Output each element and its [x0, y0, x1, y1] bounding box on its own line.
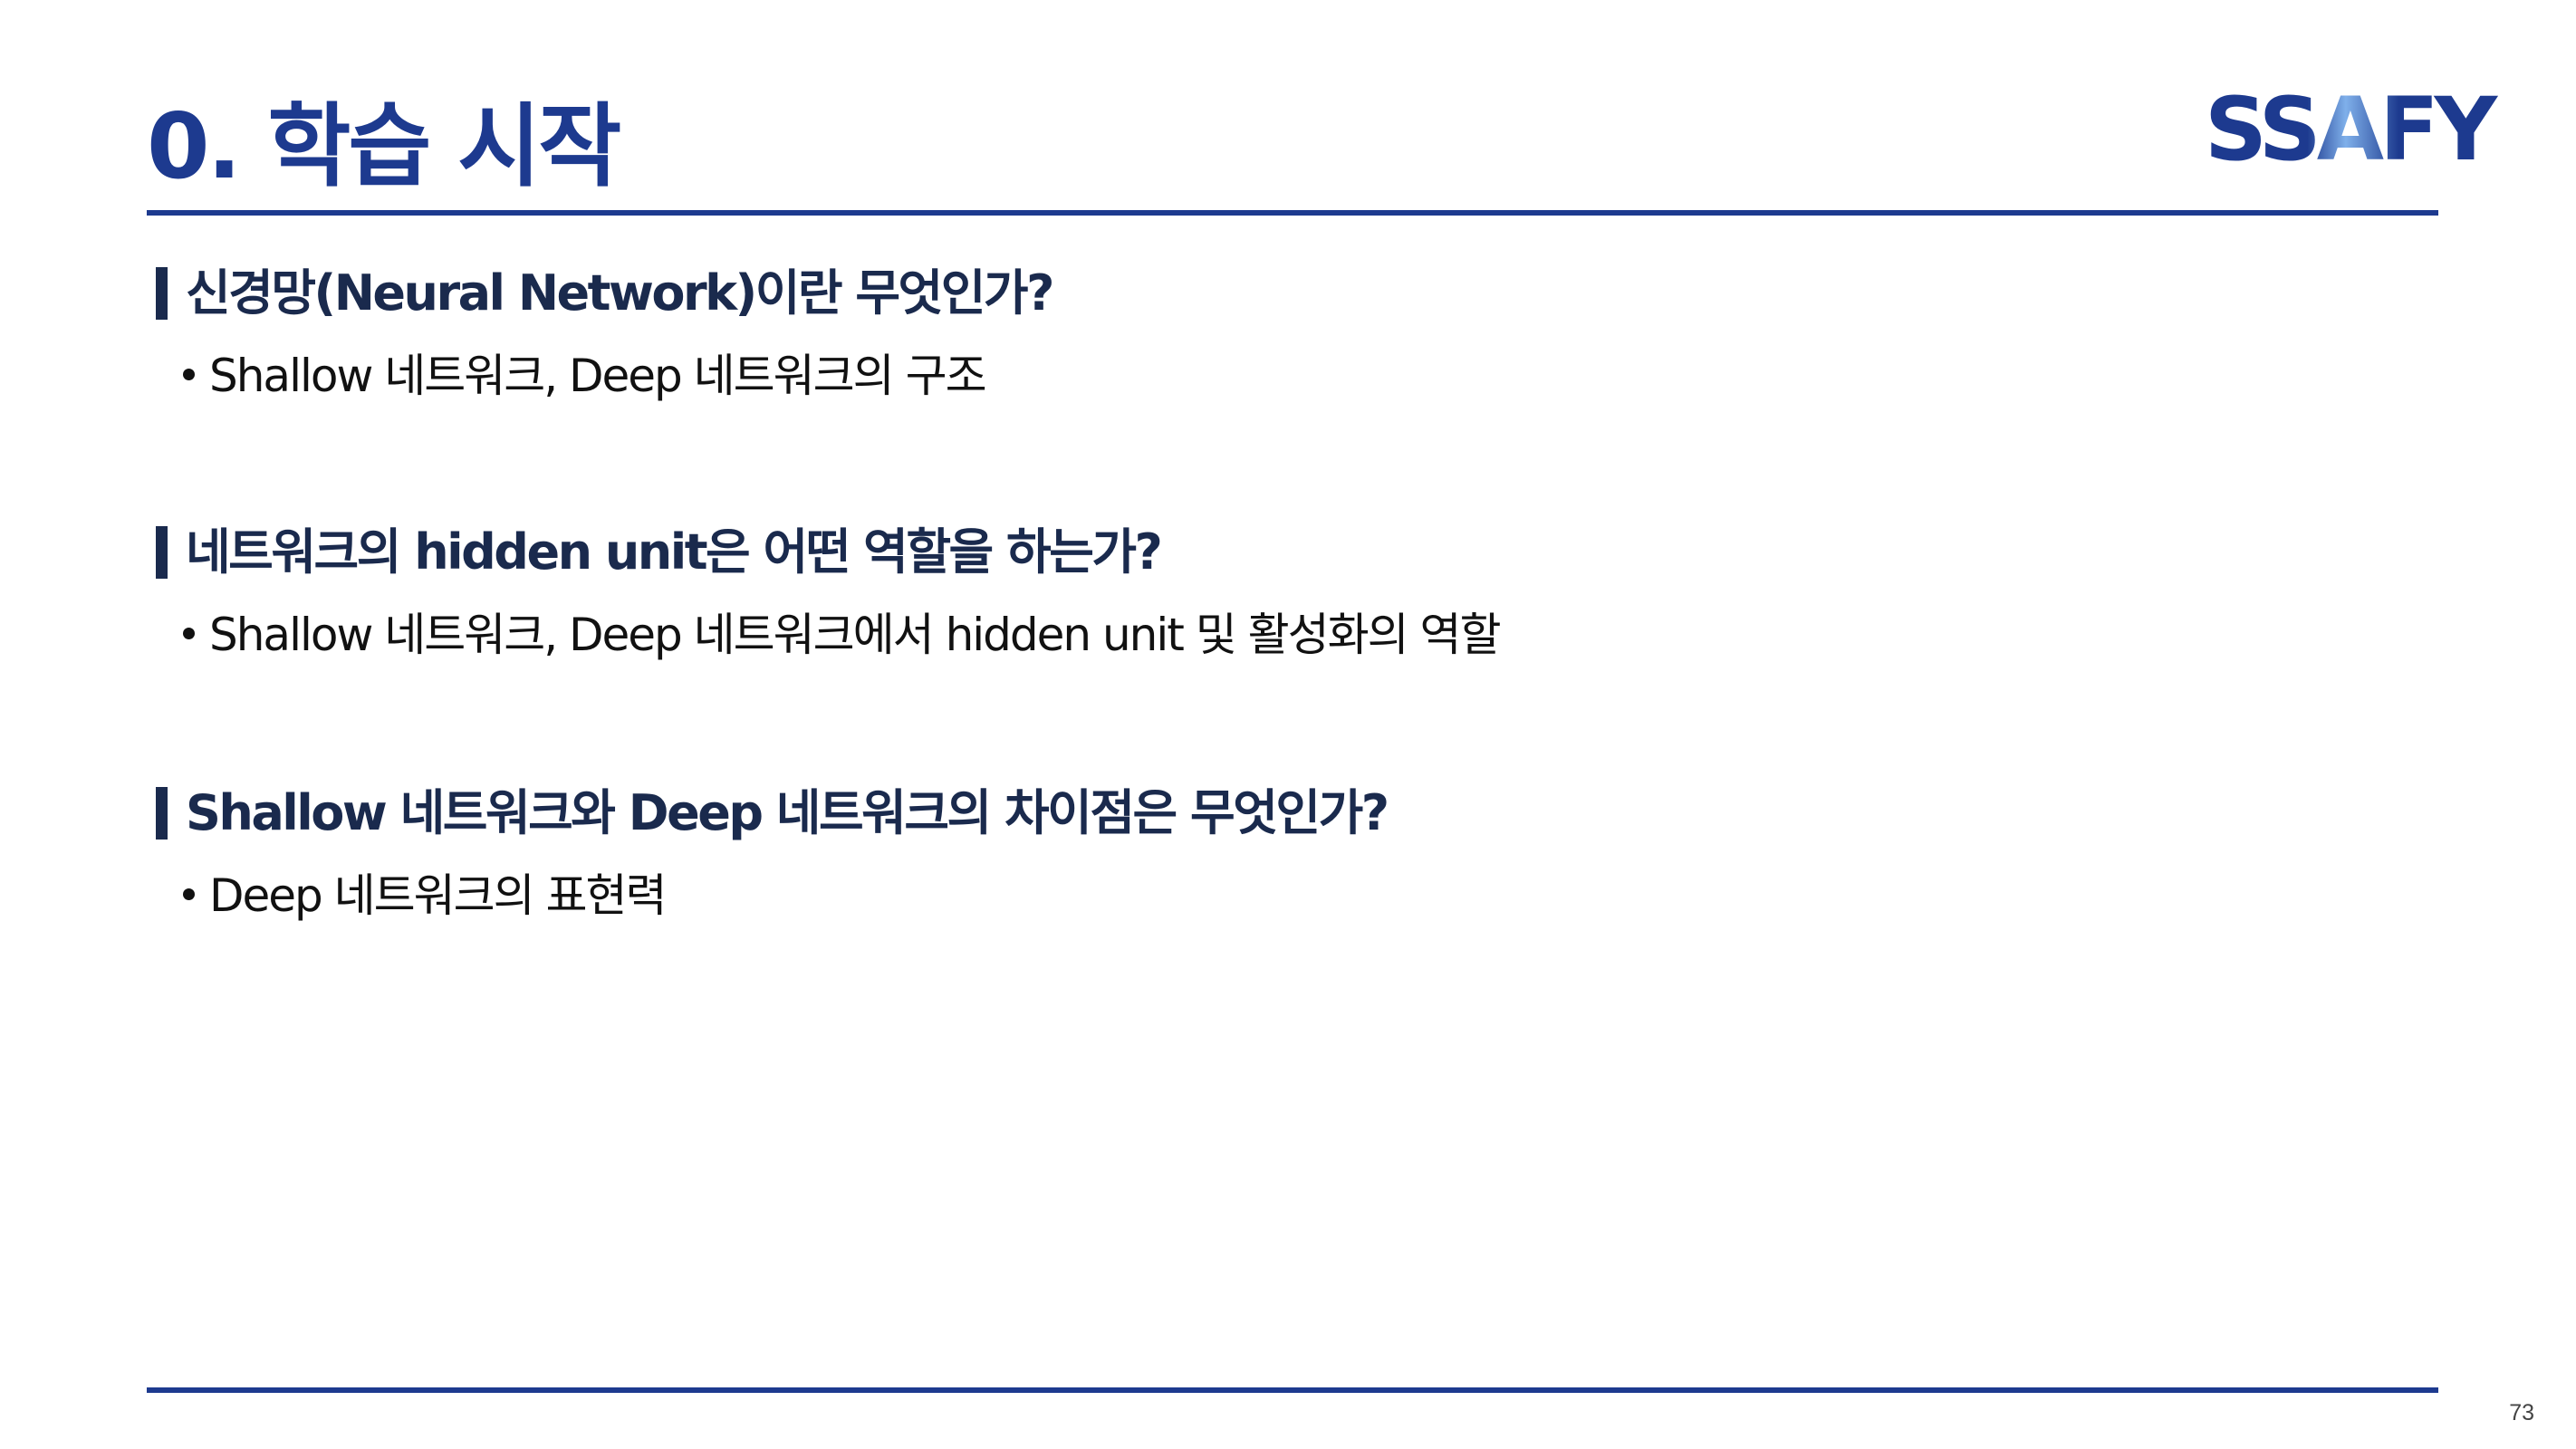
section-hidden-unit: 네트워크의 hidden unit은 어떤 역할을 하는가? Shallow 네…	[156, 520, 2420, 665]
bullet-text: Shallow 네트워크, Deep 네트워크의 구조	[209, 350, 987, 402]
section-heading: Shallow 네트워크와 Deep 네트워크의 차이점은 무엇인가?	[156, 781, 2420, 846]
bullet-dot-icon	[183, 368, 195, 380]
bullet-item: Shallow 네트워크, Deep 네트워크의 구조	[156, 346, 2420, 406]
bullet-item: Shallow 네트워크, Deep 네트워크에서 hidden unit 및 …	[156, 605, 2420, 665]
footer-divider	[147, 1387, 2438, 1393]
section-heading-text: 신경망(Neural Network)이란 무엇인가?	[186, 264, 1054, 321]
bullet-text: Deep 네트워크의 표현력	[209, 869, 668, 922]
title-divider	[147, 210, 2438, 216]
heading-marker	[156, 267, 168, 320]
bullet-text: Shallow 네트워크, Deep 네트워크에서 hidden unit 및 …	[209, 609, 1502, 661]
heading-marker	[156, 526, 168, 579]
page-number: 73	[2509, 1400, 2534, 1425]
section-shallow-vs-deep: Shallow 네트워크와 Deep 네트워크의 차이점은 무엇인가? Deep…	[156, 781, 2420, 926]
page-title: 0. 학습 시작	[147, 93, 621, 199]
bullet-dot-icon	[183, 627, 195, 639]
logo-text: SSAFY	[2205, 80, 2498, 179]
section-heading: 네트워크의 hidden unit은 어떤 역할을 하는가?	[156, 520, 2420, 585]
bullet-dot-icon	[183, 888, 195, 900]
section-heading-text: 네트워크의 hidden unit은 어떤 역할을 하는가?	[186, 523, 1163, 581]
section-neural-network: 신경망(Neural Network)이란 무엇인가? Shallow 네트워크…	[156, 261, 2420, 406]
section-heading-text: Shallow 네트워크와 Deep 네트워크의 차이점은 무엇인가?	[186, 784, 1389, 841]
heading-marker	[156, 787, 168, 840]
ssafy-logo: SSAFY	[2205, 80, 2498, 179]
bullet-item: Deep 네트워크의 표현력	[156, 866, 2420, 926]
section-heading: 신경망(Neural Network)이란 무엇인가?	[156, 261, 2420, 326]
